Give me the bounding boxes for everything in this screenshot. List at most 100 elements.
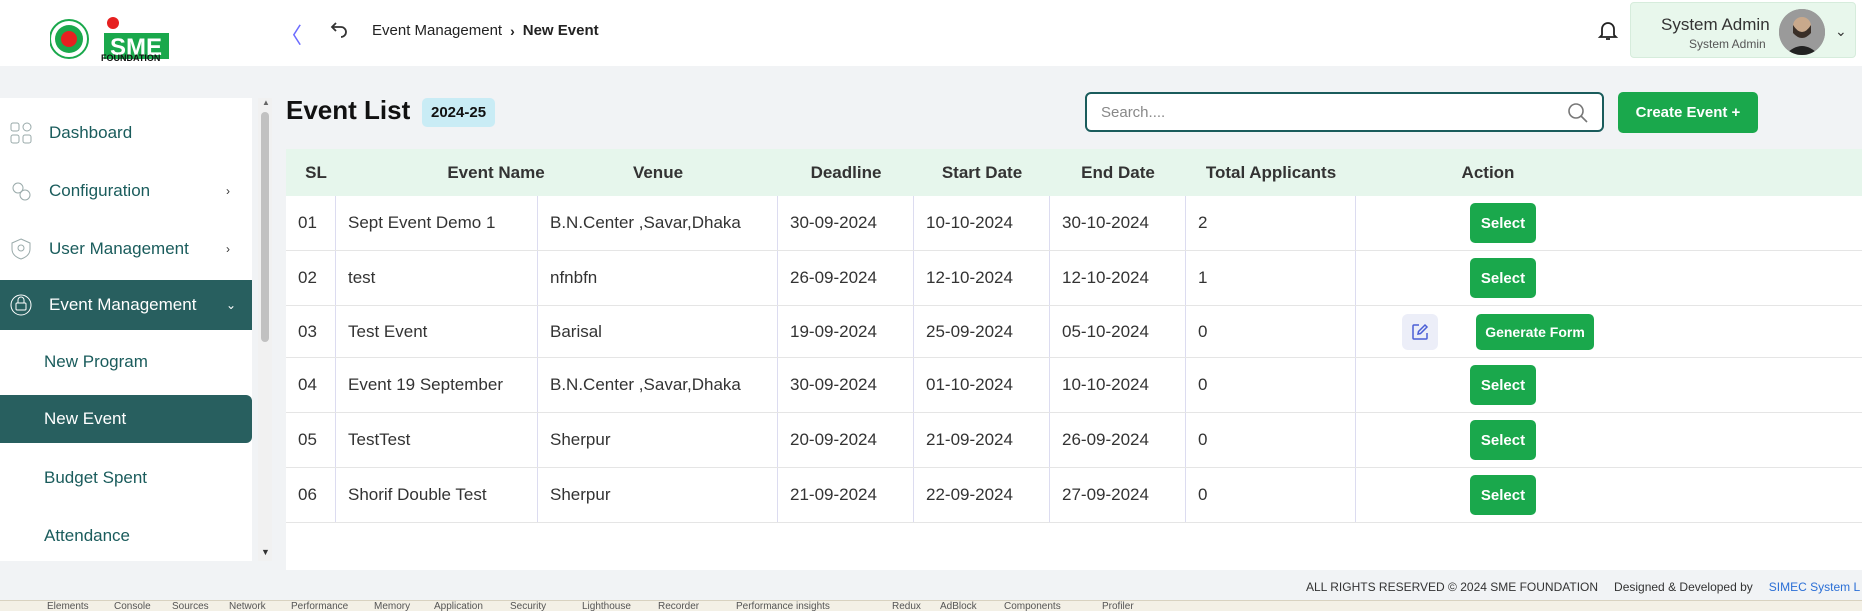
sidebar-item-event-management[interactable]: Event Management ⌄ xyxy=(0,280,252,330)
create-event-button[interactable]: Create Event + xyxy=(1618,92,1758,133)
footer-company-link[interactable]: SIMEC System L xyxy=(1769,580,1860,594)
table-row: 01 Sept Event Demo 1 B.N.Center ,Savar,D… xyxy=(286,196,1862,251)
table-row: 02 test nfnbfn 26-09-2024 12-10-2024 12-… xyxy=(286,251,1862,306)
sidebar: Dashboard Configuration › User Managemen… xyxy=(0,98,252,561)
cell-venue: nfnbfn xyxy=(538,251,778,305)
cell-start-date: 22-09-2024 xyxy=(914,468,1050,522)
devtools-tab[interactable]: Recorder xyxy=(658,601,699,611)
devtools-tab[interactable]: Components xyxy=(1004,601,1061,611)
column-header: Total Applicants xyxy=(1205,163,1337,182)
scrollbar-thumb[interactable] xyxy=(261,112,269,342)
chevron-right-icon: › xyxy=(226,184,230,198)
back-arrow-icon[interactable] xyxy=(330,20,348,43)
generate-form-button[interactable]: Generate Form xyxy=(1476,314,1594,350)
sidebar-item-dashboard[interactable]: Dashboard xyxy=(0,108,252,158)
devtools-tab[interactable]: Network xyxy=(229,601,266,611)
shield-user-icon xyxy=(10,238,32,260)
cell-deadline: 30-09-2024 xyxy=(778,196,914,250)
sidebar-scrollbar[interactable]: ▲ ▼ xyxy=(258,98,272,561)
sidebar-subitem-attendance[interactable]: Attendance xyxy=(0,512,252,560)
cell-sl: 04 xyxy=(286,358,336,412)
breadcrumb: Event Management › New Event xyxy=(372,22,599,39)
select-button[interactable]: Select xyxy=(1470,258,1536,298)
user-name: System Admin xyxy=(1661,15,1770,34)
scroll-down-icon[interactable]: ▼ xyxy=(261,547,270,557)
sidebar-item-configuration[interactable]: Configuration › xyxy=(0,166,252,216)
search-icon[interactable] xyxy=(1567,102,1589,124)
user-role: System Admin xyxy=(1689,37,1766,51)
grid-icon xyxy=(10,122,32,144)
devtools-tab[interactable]: Console xyxy=(114,601,151,611)
cell-sl: 01 xyxy=(286,196,336,250)
select-button[interactable]: Select xyxy=(1470,203,1536,243)
edit-icon[interactable] xyxy=(1402,314,1438,350)
sidebar-item-label: User Management xyxy=(49,239,189,258)
cell-deadline: 21-09-2024 xyxy=(778,468,914,522)
search-input[interactable] xyxy=(1101,102,1541,122)
devtools-tab[interactable]: Sources xyxy=(172,601,209,611)
select-button[interactable]: Select xyxy=(1470,365,1536,405)
cell-start-date: 12-10-2024 xyxy=(914,251,1050,305)
sidebar-subitem-budget-spent[interactable]: Budget Spent xyxy=(0,454,252,502)
breadcrumb-current: New Event xyxy=(522,22,599,39)
sidebar-subitem-new-program[interactable]: New Program xyxy=(0,338,252,386)
cell-start-date: 21-09-2024 xyxy=(914,413,1050,467)
sidebar-subitem-new-event[interactable]: New Event xyxy=(0,395,252,443)
column-header: Start Date xyxy=(941,163,1023,182)
cell-venue: Barisal xyxy=(538,306,778,357)
sidebar-subitem-label: Attendance xyxy=(44,526,131,545)
devtools-tab[interactable]: Lighthouse xyxy=(582,601,631,611)
search-box[interactable] xyxy=(1085,92,1604,132)
cell-total-applicants: 1 xyxy=(1186,251,1356,305)
select-button[interactable]: Select xyxy=(1470,475,1536,515)
cell-event-name: TestTest xyxy=(336,413,538,467)
cell-deadline: 19-09-2024 xyxy=(778,306,914,357)
cell-start-date: 25-09-2024 xyxy=(914,306,1050,357)
user-menu[interactable]: System Admin System Admin ⌄ xyxy=(1630,2,1856,58)
cell-venue: Sherpur xyxy=(538,468,778,522)
column-header: Action xyxy=(1461,163,1515,182)
cell-total-applicants: 0 xyxy=(1186,358,1356,412)
sidebar-item-user-management[interactable]: User Management › xyxy=(0,224,252,274)
cell-deadline: 20-09-2024 xyxy=(778,413,914,467)
cell-end-date: 26-09-2024 xyxy=(1050,413,1186,467)
chevron-right-icon: › xyxy=(510,22,515,39)
devtools-tab-strip: Elements Console Sources Network Perform… xyxy=(0,600,1862,611)
devtools-tab[interactable]: AdBlock xyxy=(940,601,977,611)
main-content: Event List 2024-25 Create Event + SL Eve… xyxy=(278,70,1862,570)
devtools-tab[interactable]: Elements xyxy=(47,601,89,611)
scroll-up-icon[interactable]: ▲ xyxy=(262,98,270,107)
breadcrumb-parent[interactable]: Event Management xyxy=(372,22,502,39)
cell-end-date: 27-09-2024 xyxy=(1050,468,1186,522)
cell-total-applicants: 0 xyxy=(1186,413,1356,467)
devtools-tab[interactable]: Performance insights xyxy=(736,601,830,611)
sidebar-item-label: Dashboard xyxy=(49,123,133,142)
devtools-tab[interactable]: Application xyxy=(434,601,483,611)
logo-subtext: FOUNDATION xyxy=(101,53,160,63)
chevron-down-icon: ⌄ xyxy=(226,298,237,312)
cell-deadline: 26-09-2024 xyxy=(778,251,914,305)
cell-sl: 05 xyxy=(286,413,336,467)
select-button[interactable]: Select xyxy=(1470,420,1536,460)
notification-bell-icon[interactable] xyxy=(1596,18,1620,42)
devtools-tab[interactable]: Redux xyxy=(892,601,921,611)
cell-event-name: Sept Event Demo 1 xyxy=(336,196,538,250)
cell-venue: B.N.Center ,Savar,Dhaka xyxy=(538,358,778,412)
cell-end-date: 12-10-2024 xyxy=(1050,251,1186,305)
cell-end-date: 05-10-2024 xyxy=(1050,306,1186,357)
sidebar-subitem-label: New Program xyxy=(44,352,148,371)
cell-deadline: 30-09-2024 xyxy=(778,358,914,412)
sidebar-item-label: Configuration xyxy=(49,181,151,200)
chevron-down-icon: ⌄ xyxy=(1835,23,1847,39)
sidebar-subitem-label: New Event xyxy=(44,409,127,428)
event-table: SL Event Name Venue Deadline Start Date … xyxy=(286,149,1862,570)
devtools-tab[interactable]: Memory xyxy=(374,601,410,611)
devtools-tab[interactable]: Performance xyxy=(291,601,348,611)
cell-event-name: Test Event xyxy=(336,306,538,357)
sidebar-collapse-icon[interactable]: 〈 xyxy=(280,18,302,50)
footer-designed: Designed & Developed by xyxy=(1614,580,1753,594)
devtools-tab[interactable]: Security xyxy=(510,601,546,611)
devtools-tab[interactable]: Profiler xyxy=(1102,601,1134,611)
column-header: Deadline xyxy=(810,163,882,182)
sme-foundation-logo[interactable]: SME FOUNDATION xyxy=(49,14,210,76)
